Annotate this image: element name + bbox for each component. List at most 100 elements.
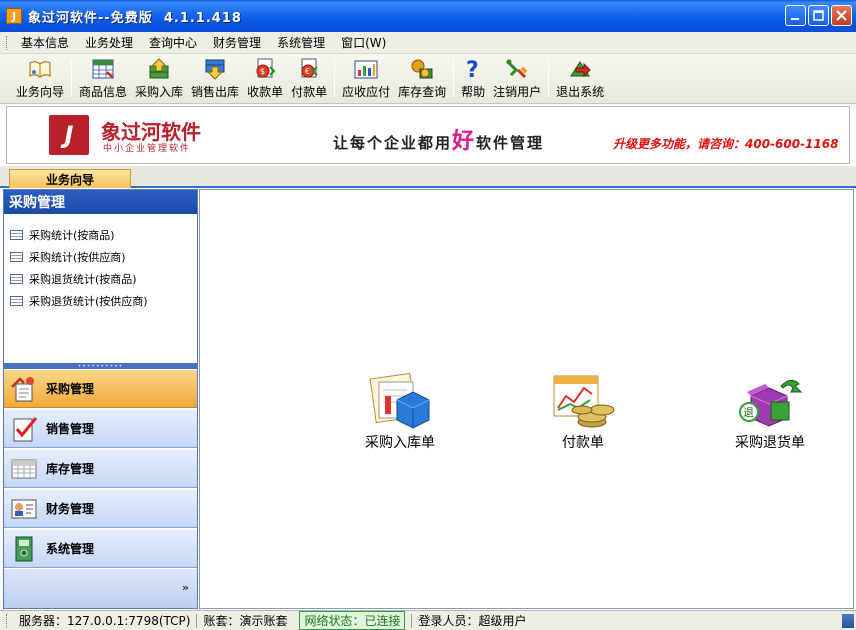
report-item-purchase-by-product[interactable]: 采购统计(按商品) xyxy=(4,224,197,246)
report-label: 采购统计(按商品) xyxy=(29,229,115,242)
svg-text:?: ? xyxy=(466,58,479,80)
purchase-inbound-icon xyxy=(365,372,435,430)
report-icon xyxy=(10,274,23,284)
report-label: 采购退货统计(按供应商) xyxy=(29,295,148,308)
panel-footer: » xyxy=(4,569,197,608)
toolbar-label: 应收应付 xyxy=(342,85,391,99)
toolbar-label: 帮助 xyxy=(461,85,486,99)
report-item-purchase-by-supplier[interactable]: 采购统计(按供应商) xyxy=(4,246,197,268)
toolbar-separator xyxy=(453,59,455,97)
toolbar-separator xyxy=(71,59,73,97)
purchase-inbound-shortcut[interactable]: 采购入库单 xyxy=(345,372,455,452)
shortcut-label: 采购退货单 xyxy=(735,435,805,451)
grid-icon xyxy=(91,58,115,80)
toolbar-label: 付款单 xyxy=(291,85,328,99)
toolbar-exit-button[interactable]: 退出系统 xyxy=(552,54,608,102)
report-icon xyxy=(10,296,23,306)
status-server: 服务器：127.0.0.1:7798(TCP) xyxy=(19,614,191,628)
maximize-button[interactable] xyxy=(808,5,829,26)
toolbar-product-button[interactable]: 商品信息 xyxy=(75,54,131,102)
toolbar-payment-button[interactable]: € 付款单 xyxy=(287,54,331,102)
purchase-icon xyxy=(10,375,38,403)
toolbar-help-button[interactable]: ? 帮助 xyxy=(457,54,489,102)
more-chevron-icon[interactable]: » xyxy=(182,581,189,594)
help-icon: ? xyxy=(461,58,485,80)
shortcut-label: 采购入库单 xyxy=(365,435,435,451)
nav-sales[interactable]: 销售管理 xyxy=(4,409,197,448)
toolbar-receipt-button[interactable]: $ 收款单 xyxy=(243,54,287,102)
payment-shortcut[interactable]: 付款单 xyxy=(528,372,638,452)
toolbar: 业务向导 商品信息 采购入库 销售出库 $ 收款单 € 付款单 应收应付 库存查… xyxy=(0,54,856,104)
status-bar: 服务器：127.0.0.1:7798(TCP) 账套：演示账套 网络状态：已连接… xyxy=(0,610,856,630)
report-label: 采购统计(按供应商) xyxy=(29,251,126,264)
svg-text:$: $ xyxy=(260,67,265,76)
nav-label: 系统管理 xyxy=(46,542,95,556)
menu-bar: 基本信息 业务处理 查询中心 财务管理 系统管理 窗口(W) xyxy=(0,32,856,54)
brand-subtitle: 中小企业管理软件 xyxy=(103,144,192,154)
close-button[interactable] xyxy=(831,5,852,26)
menu-window[interactable]: 窗口(W) xyxy=(333,34,394,51)
left-panel: 采购管理 采购统计(按商品) 采购统计(按供应商) 采购退货统计(按商品) 采购… xyxy=(3,189,198,609)
finance-card-icon xyxy=(10,495,38,523)
slogan-highlight: 好 xyxy=(452,129,477,154)
status-user: 登录人员：超级用户 xyxy=(418,614,527,628)
toolbar-label: 库存查询 xyxy=(398,85,447,99)
exit-icon xyxy=(568,58,592,80)
tab-strip: 业务向导 xyxy=(0,166,856,188)
close-icon xyxy=(836,10,847,21)
banner-hotline: 升级更多功能，请咨询：400-600-1168 xyxy=(613,137,839,151)
menu-system[interactable]: 系统管理 xyxy=(269,34,333,51)
toolbar-logoff-button[interactable]: 注销用户 xyxy=(489,54,545,102)
report-item-return-by-supplier[interactable]: 采购退货统计(按供应商) xyxy=(4,290,197,312)
toolbar-label: 销售出库 xyxy=(191,85,240,99)
inventory-icon xyxy=(410,58,434,80)
nav-label: 库存管理 xyxy=(46,462,95,476)
window-controls xyxy=(785,5,852,26)
menu-finance[interactable]: 财务管理 xyxy=(205,34,269,51)
minimize-button[interactable] xyxy=(785,5,806,26)
report-icon xyxy=(10,252,23,262)
toolbar-label: 采购入库 xyxy=(135,85,184,99)
chart-icon xyxy=(354,58,378,80)
purchase-return-shortcut[interactable]: 退 采购退货单 xyxy=(715,372,825,452)
app-icon[interactable]: J xyxy=(6,8,22,24)
shortcut-label: 付款单 xyxy=(562,435,604,451)
toolbar-label: 业务向导 xyxy=(16,85,65,99)
toolbar-inventory-button[interactable]: 库存查询 xyxy=(394,54,450,102)
svg-text:€: € xyxy=(305,67,310,76)
resize-grip-icon[interactable] xyxy=(842,614,854,628)
toolbar-purchase-in-button[interactable]: 采购入库 xyxy=(131,54,187,102)
toolbar-label: 商品信息 xyxy=(79,85,128,99)
coins-payment-icon xyxy=(548,372,618,430)
banner-slogan: 让每个企业都用好软件管理 xyxy=(333,123,544,155)
nav-inventory[interactable]: 库存管理 xyxy=(4,449,197,488)
nav-system[interactable]: 系统管理 xyxy=(4,529,197,568)
toolbar-guide-button[interactable]: 业务向导 xyxy=(12,54,68,102)
toolbar-ar-ap-button[interactable]: 应收应付 xyxy=(338,54,394,102)
status-network-badge: 网络状态：已连接 xyxy=(299,611,406,630)
status-account: 账套：演示账套 xyxy=(203,614,288,628)
slogan-post: 软件管理 xyxy=(476,134,545,152)
nav-purchase[interactable]: 采购管理 xyxy=(4,369,197,408)
menu-basic-info[interactable]: 基本信息 xyxy=(13,34,77,51)
nav-finance[interactable]: 财务管理 xyxy=(4,489,197,528)
report-item-return-by-product[interactable]: 采购退货统计(按商品) xyxy=(4,268,197,290)
sales-check-icon xyxy=(10,415,38,443)
toolbar-separator xyxy=(548,59,550,97)
menu-grip[interactable] xyxy=(6,35,9,50)
toolbar-sales-out-button[interactable]: 销售出库 xyxy=(187,54,243,102)
menu-business[interactable]: 业务处理 xyxy=(77,34,141,51)
minimize-icon xyxy=(791,18,799,20)
workspace: 采购入库单 付款单 退 采购退货单 xyxy=(199,189,854,609)
report-icon xyxy=(10,230,23,240)
maximize-icon xyxy=(813,10,824,21)
menu-query-center[interactable]: 查询中心 xyxy=(141,34,205,51)
purchase-return-icon: 退 xyxy=(735,372,805,430)
title-bar[interactable]: J 象过河软件--免费版 4.1.1.418 xyxy=(0,0,856,32)
report-list: 采购统计(按商品) 采购统计(按供应商) 采购退货统计(按商品) 采购退货统计(… xyxy=(4,214,197,312)
nav-label: 销售管理 xyxy=(46,422,95,436)
tab-business-guide[interactable]: 业务向导 xyxy=(9,169,131,188)
payment-icon: € xyxy=(297,58,321,80)
logoff-icon xyxy=(505,58,529,80)
status-grip xyxy=(6,613,9,628)
